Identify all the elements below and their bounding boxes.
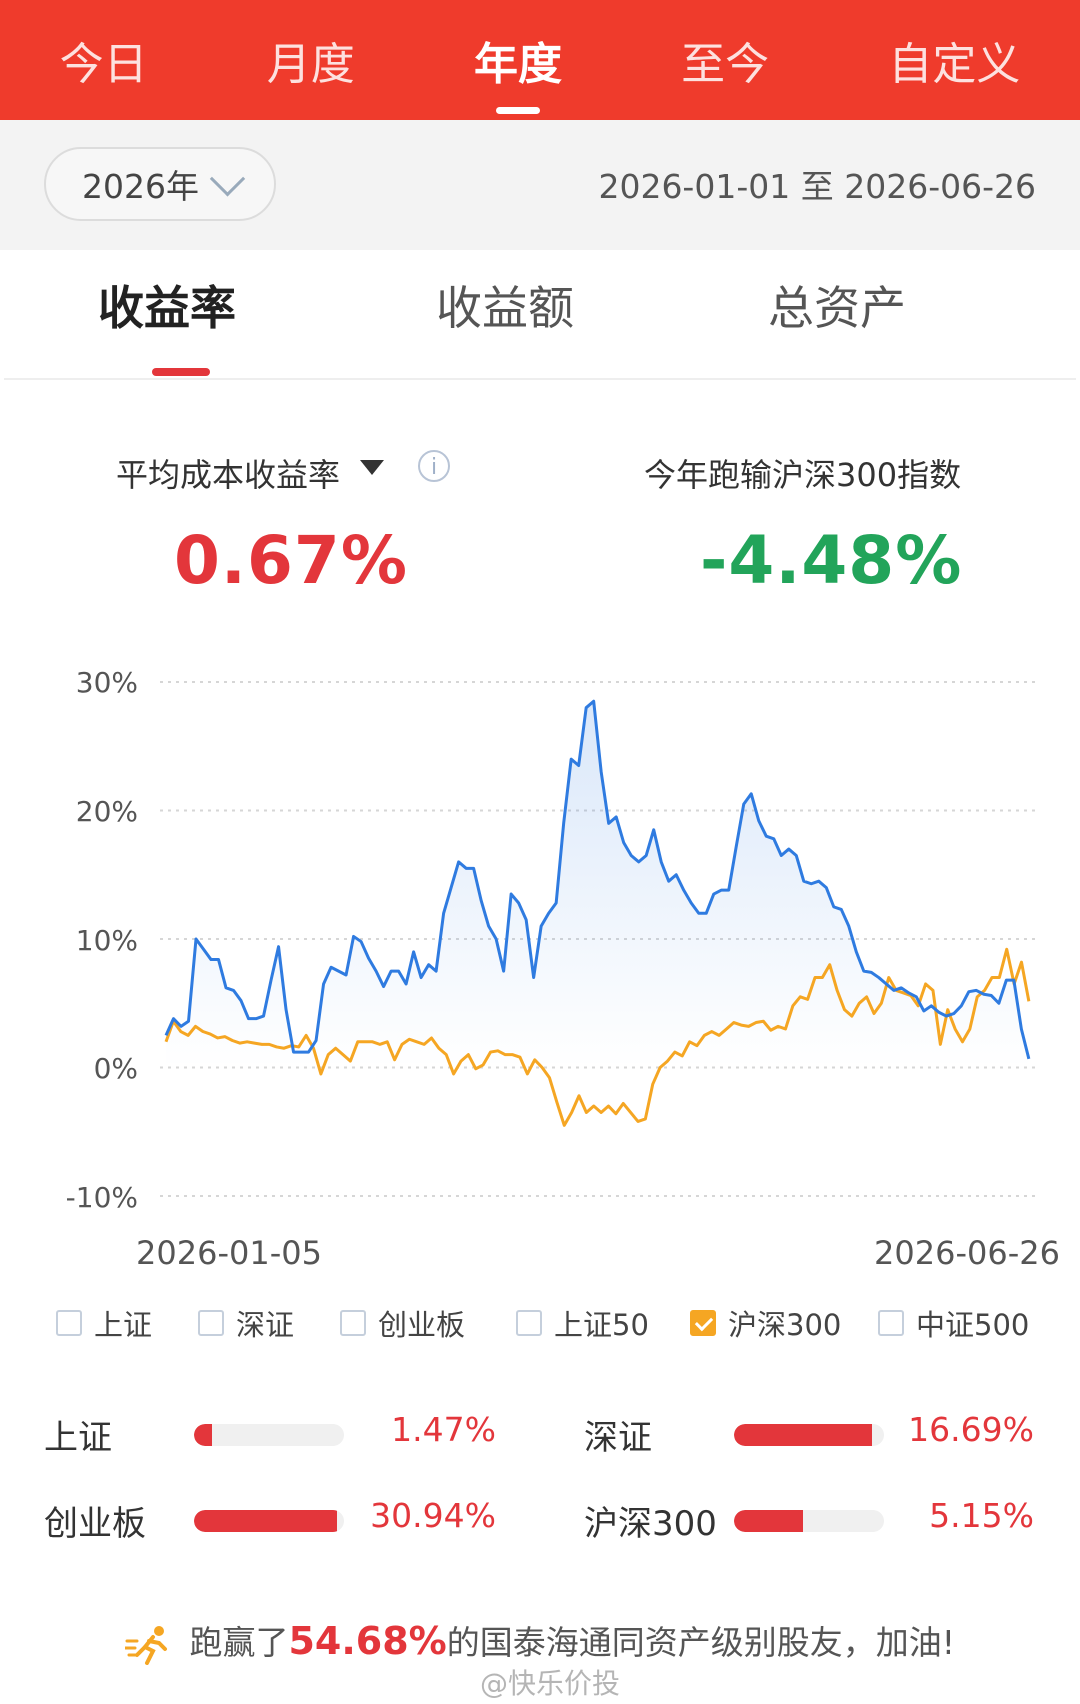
rank-footer: 跑赢了54.68%的国泰海通同资产级别股友，加油! (0, 1616, 1080, 1665)
y-tick-10: 10% (76, 924, 138, 957)
active-tab-indicator (152, 368, 210, 376)
watermark: @快乐价投 (480, 1667, 621, 1700)
y-tick-30: 30% (76, 666, 138, 699)
cmp-label-shenzheng: 深证 (584, 1418, 652, 1458)
caret-down-icon[interactable] (360, 460, 384, 475)
period-tab-bar: 今日 月度 年度 至今 自定义 (0, 0, 1080, 120)
legend-label: 上证 (94, 1308, 153, 1342)
chevron-down-icon (209, 160, 246, 197)
y-tick-20: 20% (76, 795, 138, 828)
checkbox-icon[interactable] (516, 1310, 542, 1336)
checkbox-icon[interactable] (198, 1310, 224, 1336)
index-legend: 上证 深证 创业板 上证50 沪深300 中证500 (56, 1302, 1036, 1346)
vs-index-value: -4.48% (700, 522, 963, 599)
legend-sz50[interactable]: 上证50 (516, 1302, 649, 1344)
checkbox-icon[interactable] (340, 1310, 366, 1336)
tab-return-amount[interactable]: 收益额 (436, 272, 574, 338)
cmp-value-chuangyeban: 30.94% (370, 1496, 496, 1535)
date-range: 2026-01-01 至 2026-06-26 (598, 167, 1036, 206)
tab-return-rate[interactable]: 收益率 (98, 272, 236, 338)
vs-index-label: 今年跑输沪深300指数 (644, 456, 962, 494)
y-tick-0: 0% (94, 1052, 138, 1085)
cmp-fill (194, 1424, 212, 1446)
checkbox-icon[interactable] (878, 1310, 904, 1336)
tab-to-date[interactable]: 至今 (671, 28, 779, 92)
cmp-value-shangzheng: 1.47% (391, 1410, 496, 1449)
cmp-label-hs300: 沪深300 (584, 1504, 717, 1544)
year-select[interactable]: 2026年 (44, 147, 276, 221)
year-select-label: 2026年 (82, 167, 199, 206)
info-icon[interactable]: i (418, 450, 450, 482)
y-tick-neg10: -10% (66, 1181, 138, 1214)
tab-monthly[interactable]: 月度 (257, 28, 365, 92)
footer-prefix: 跑赢了 (189, 1623, 289, 1662)
legend-zz500[interactable]: 中证500 (878, 1302, 1029, 1344)
tab-custom[interactable]: 自定义 (878, 28, 1030, 92)
legend-shangzheng[interactable]: 上证 (56, 1302, 152, 1344)
tab-today[interactable]: 今日 (50, 28, 158, 92)
portfolio-area (166, 701, 1029, 1068)
footer-suffix: 的国泰海通同资产级别股友，加油! (446, 1623, 955, 1662)
cmp-label-chuangyeban: 创业板 (44, 1504, 146, 1544)
legend-hs300[interactable]: 沪深300 (690, 1302, 841, 1344)
legend-label: 沪深300 (728, 1308, 842, 1342)
cmp-value-shenzheng: 16.69% (908, 1410, 1034, 1449)
y-axis-ticks: 30% 20% 10% 0% -10% (66, 666, 138, 1214)
legend-label: 上证50 (554, 1308, 649, 1342)
legend-label: 深证 (236, 1308, 295, 1342)
cmp-fill (194, 1510, 337, 1532)
cmp-value-hs300: 5.15% (929, 1496, 1034, 1535)
runner-icon (124, 1625, 167, 1665)
legend-label: 创业板 (378, 1308, 466, 1342)
cmp-bar-hs300 (734, 1510, 884, 1532)
legend-chuangyeban[interactable]: 创业板 (340, 1302, 465, 1344)
metric-tab-bar: 收益率 收益额 总资产 (4, 250, 1076, 380)
cmp-label-shangzheng: 上证 (44, 1418, 112, 1458)
cmp-fill (734, 1424, 872, 1446)
avg-cost-return-label[interactable]: 平均成本收益率 (116, 450, 340, 496)
cmp-bar-chuangyeban (194, 1510, 344, 1532)
x-end-label: 2026-06-26 (874, 1234, 1060, 1270)
checkbox-icon[interactable] (56, 1310, 82, 1336)
cmp-bar-shangzheng (194, 1424, 344, 1446)
filter-bar: 2026年 2026-01-01 至 2026-06-26 (0, 120, 1080, 250)
checkbox-checked-icon[interactable] (690, 1310, 716, 1336)
footer-highlight: 54.68% (288, 1619, 447, 1663)
x-start-label: 2026-01-05 (136, 1234, 322, 1270)
legend-label: 中证500 (916, 1308, 1030, 1342)
tab-yearly[interactable]: 年度 (464, 28, 572, 92)
cmp-fill (734, 1510, 803, 1532)
avg-cost-return-value: 0.67% (174, 522, 408, 599)
cmp-bar-shenzheng (734, 1424, 884, 1446)
legend-shenzheng[interactable]: 深证 (198, 1302, 294, 1344)
return-line-chart[interactable]: 30% 20% 10% 0% -10% 2026-01-05 2026-06-2… (0, 660, 1080, 1270)
tab-total-assets[interactable]: 总资产 (768, 272, 906, 338)
